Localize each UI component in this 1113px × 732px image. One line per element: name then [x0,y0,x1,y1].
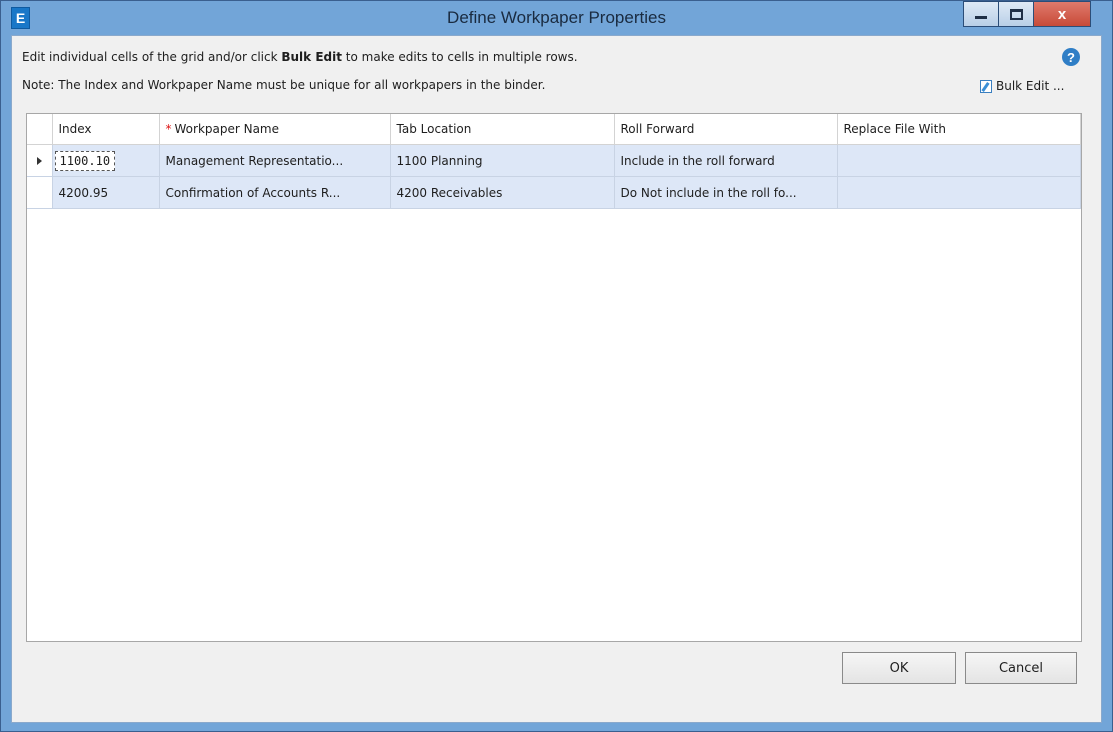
instruction-bold: Bulk Edit [281,50,342,64]
row-selector[interactable] [27,144,53,177]
cell-index[interactable]: 1100.10 [52,144,160,177]
column-header-workpaper-name[interactable]: * Workpaper Name [159,114,391,145]
required-marker: * [165,122,172,136]
edit-icon [980,79,992,93]
row-header-corner [27,114,53,145]
index-cell-editor[interactable]: 1100.10 [54,150,116,171]
column-header-tab-location[interactable]: Tab Location [390,114,615,145]
instruction-prefix: Edit individual cells of the grid and/or… [22,50,282,64]
cell-tab-location[interactable]: 1100 Planning [390,144,615,177]
minimize-icon [975,15,987,19]
current-row-icon [36,156,42,165]
cell-roll-forward[interactable]: Include in the roll forward [614,144,838,177]
column-header-roll-forward[interactable]: Roll Forward [614,114,838,145]
close-button[interactable]: x [1033,1,1091,27]
ok-button[interactable]: OK [842,652,956,684]
window-title: Define Workpaper Properties [447,8,666,27]
uniqueness-note: Note: The Index and Workpaper Name must … [22,78,546,92]
grid-header-row: Index * Workpaper Name Tab Location Roll … [27,114,1081,145]
cell-tab-location[interactable]: 4200 Receivables [390,176,615,209]
cancel-button[interactable]: Cancel [965,652,1077,684]
cell-replace-file-with[interactable] [837,176,1081,209]
bulk-edit-label: Bulk Edit ... [996,79,1065,93]
cell-workpaper-name[interactable]: Management Representatio... [159,144,391,177]
grid-table: Index * Workpaper Name Tab Location Roll … [27,114,1081,209]
workpaper-grid[interactable]: Index * Workpaper Name Tab Location Roll … [26,113,1082,642]
column-header-index[interactable]: Index [52,114,160,145]
minimize-button[interactable] [963,1,999,27]
dialog-window: E Define Workpaper Properties x Edit ind… [0,0,1113,732]
column-header-replace-file-with[interactable]: Replace File With [837,114,1081,145]
instruction-text: Edit individual cells of the grid and/or… [22,50,578,64]
instruction-suffix: to make edits to cells in multiple rows. [341,50,578,64]
maximize-icon [1009,8,1023,20]
column-header-workpaper-name-label: Workpaper Name [174,122,280,136]
cell-workpaper-name[interactable]: Confirmation of Accounts R... [159,176,391,209]
table-row[interactable]: 4200.95 Confirmation of Accounts R... 42… [27,176,1081,209]
cell-replace-file-with[interactable] [837,144,1081,177]
table-row[interactable]: 1100.10 Management Representatio... 1100… [27,144,1081,177]
cell-index[interactable]: 4200.95 [52,176,160,209]
row-selector[interactable] [27,176,53,209]
help-icon[interactable]: ? [1062,48,1080,66]
title-bar[interactable]: E Define Workpaper Properties x [1,1,1112,35]
cell-roll-forward[interactable]: Do Not include in the roll fo... [614,176,838,209]
maximize-button[interactable] [998,1,1034,27]
close-icon: x [1057,5,1067,23]
bulk-edit-button[interactable]: Bulk Edit ... [980,79,1064,93]
